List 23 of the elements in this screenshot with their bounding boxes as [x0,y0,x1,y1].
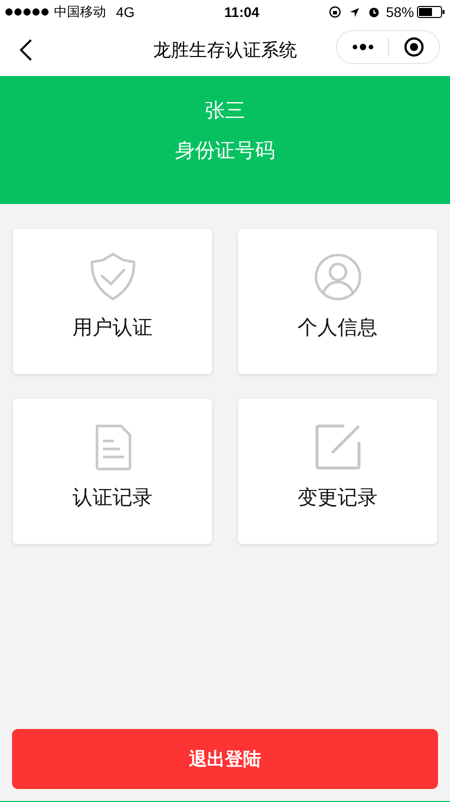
time-text: 11:04 [224,2,260,22]
more-icon [352,43,374,51]
network-text: 4G [116,2,135,22]
user-icon [314,253,362,301]
rotation-lock-icon [328,6,341,18]
menu-card[interactable]: 个人信息 [238,229,437,374]
signal-icon [5,8,51,16]
target-icon [404,37,424,57]
user-name: 张三 [205,99,245,124]
battery-icon [417,6,445,18]
carrier-text: 中国移动 [54,3,106,22]
location-arrow-icon [348,6,360,18]
back-chevron-icon [19,39,33,61]
alarm-icon [368,6,380,18]
logout-button[interactable]: 退出登陆 [12,729,438,789]
nav-title: 龙胜生存认证系统 [153,38,297,62]
menu-card[interactable]: 变更记录 [238,399,437,544]
edit-icon [314,423,362,471]
battery-percent: 58% [386,2,414,22]
menu-card[interactable]: 认证记录 [13,399,212,544]
id-number-label: 身份证号码 [175,139,275,164]
menu-card[interactable]: 用户认证 [13,229,212,374]
shield-check-icon [88,252,136,302]
